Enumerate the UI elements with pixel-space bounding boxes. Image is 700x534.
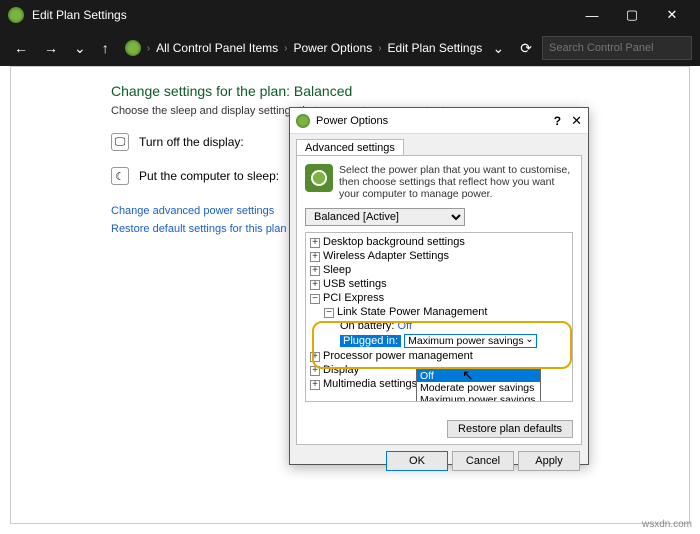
tree-sleep[interactable]: +Sleep	[308, 263, 570, 277]
restore-defaults-button[interactable]: Restore plan defaults	[447, 420, 573, 438]
apply-button[interactable]: Apply	[518, 451, 580, 471]
crumb-edit-plan[interactable]: Edit Plan Settings	[388, 41, 483, 55]
collapse-icon[interactable]: −	[310, 294, 320, 304]
option-off[interactable]: Off	[417, 370, 540, 382]
expand-icon[interactable]: +	[310, 280, 320, 290]
setting-label: Put the computer to sleep:	[139, 169, 279, 183]
expand-icon[interactable]: +	[310, 252, 320, 262]
chevron-icon: ›	[378, 43, 381, 54]
power-options-dialog: Power Options ? ✕ Advanced settings Sele…	[289, 107, 589, 465]
dropdown-button[interactable]: ⌄	[487, 36, 511, 61]
tab-advanced[interactable]: Advanced settings	[296, 139, 404, 156]
help-button[interactable]: ?	[554, 114, 561, 128]
breadcrumb[interactable]: › All Control Panel Items › Power Option…	[125, 40, 483, 56]
source-watermark: wsxdn.com	[642, 519, 692, 530]
window-titlebar: Edit Plan Settings — ▢ ✕	[0, 0, 700, 30]
back-button[interactable]: ←	[8, 36, 34, 60]
tree-on-battery[interactable]: On battery: Off	[308, 319, 570, 333]
dialog-title: Power Options	[316, 115, 554, 127]
ok-button[interactable]: OK	[386, 451, 448, 471]
location-icon	[125, 40, 141, 56]
dialog-buttons: OK Cancel Apply	[290, 445, 588, 477]
plugged-in-label: Plugged in:	[340, 335, 401, 347]
sleep-icon: ☾	[111, 167, 129, 185]
plugged-in-dropdown[interactable]: Off Moderate power savings Maximum power…	[416, 369, 541, 402]
tree-processor[interactable]: +Processor power management	[308, 349, 570, 363]
crumb-power-options[interactable]: Power Options	[293, 41, 372, 55]
tree-usb[interactable]: +USB settings	[308, 277, 570, 291]
up-button[interactable]: ↑	[96, 36, 115, 60]
refresh-button[interactable]: ⟳	[514, 36, 538, 61]
plan-select[interactable]: Balanced [Active]	[305, 208, 465, 226]
dialog-close-button[interactable]: ✕	[571, 113, 582, 129]
crumb-all-control-panel[interactable]: All Control Panel Items	[156, 41, 278, 55]
display-icon: 🖵	[111, 133, 129, 151]
nav-toolbar: ← → ⌄ ↑ › All Control Panel Items › Powe…	[0, 30, 700, 66]
tree-pci-express[interactable]: −PCI Express	[308, 291, 570, 305]
plugged-in-combo[interactable]: Maximum power savings	[404, 334, 537, 348]
window-controls: — ▢ ✕	[572, 0, 692, 30]
desc-text: Select the power plan that you want to c…	[339, 164, 573, 200]
option-maximum[interactable]: Maximum power savings	[417, 394, 540, 402]
chevron-icon: ›	[284, 43, 287, 54]
close-button[interactable]: ✕	[652, 0, 692, 30]
app-icon	[8, 7, 24, 23]
collapse-icon[interactable]: −	[324, 308, 334, 318]
tree-wireless[interactable]: +Wireless Adapter Settings	[308, 249, 570, 263]
dialog-description: Select the power plan that you want to c…	[305, 164, 573, 200]
settings-tree[interactable]: +Desktop background settings +Wireless A…	[305, 232, 573, 402]
minimize-button[interactable]: —	[572, 0, 612, 30]
expand-icon[interactable]: +	[310, 352, 320, 362]
forward-button[interactable]: →	[38, 36, 64, 60]
tree-link-state[interactable]: −Link State Power Management	[308, 305, 570, 319]
chevron-icon: ›	[147, 43, 150, 54]
setting-label: Turn off the display:	[139, 135, 244, 149]
dialog-titlebar: Power Options ? ✕	[290, 108, 588, 134]
tab-body: Select the power plan that you want to c…	[296, 155, 582, 445]
cancel-button[interactable]: Cancel	[452, 451, 514, 471]
page-title: Change settings for the plan: Balanced	[111, 83, 589, 99]
expand-icon[interactable]: +	[310, 238, 320, 248]
search-input[interactable]	[542, 36, 692, 60]
tab-strip: Advanced settings	[290, 134, 588, 155]
battery-icon	[305, 164, 333, 192]
expand-icon[interactable]: +	[310, 380, 320, 390]
tree-desktop-bg[interactable]: +Desktop background settings	[308, 235, 570, 249]
expand-icon[interactable]: +	[310, 266, 320, 276]
option-moderate[interactable]: Moderate power savings	[417, 382, 540, 394]
window-title: Edit Plan Settings	[32, 8, 572, 22]
expand-icon[interactable]: +	[310, 366, 320, 376]
cursor-icon: ↖	[462, 367, 474, 384]
tree-plugged-in[interactable]: Plugged in: Maximum power savings	[308, 333, 570, 349]
maximize-button[interactable]: ▢	[612, 0, 652, 30]
dialog-icon	[296, 114, 310, 128]
on-battery-value[interactable]: Off	[397, 320, 411, 332]
recent-button[interactable]: ⌄	[68, 36, 92, 61]
